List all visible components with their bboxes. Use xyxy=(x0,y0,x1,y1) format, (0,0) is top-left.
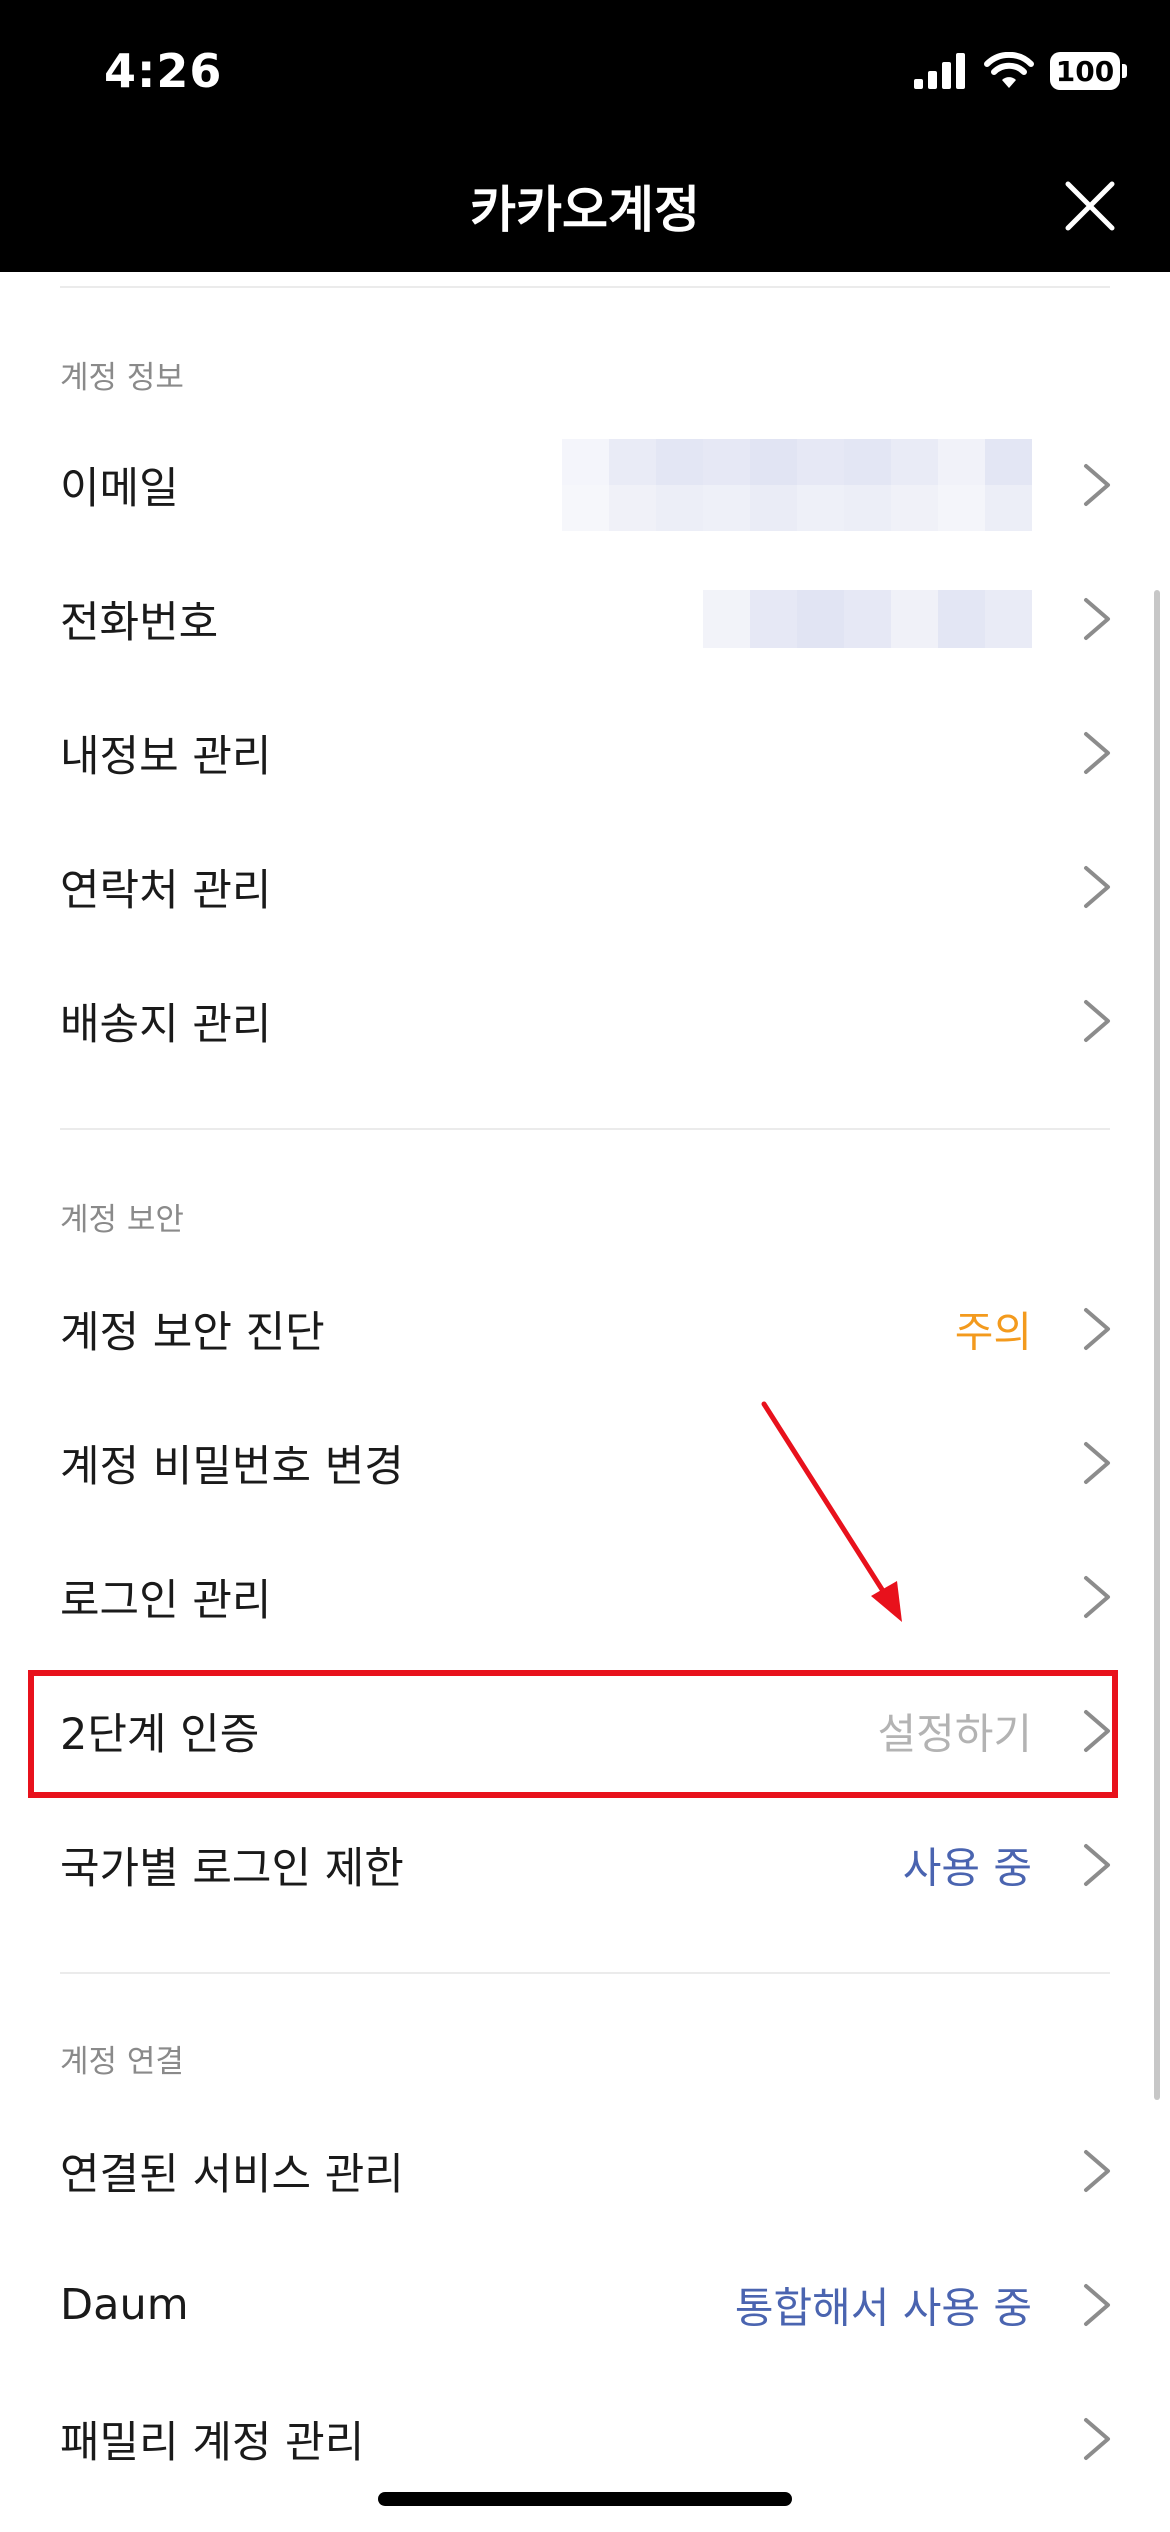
row-login-management[interactable]: 로그인 관리 xyxy=(0,1530,1170,1664)
chevron-right-icon xyxy=(1084,1576,1110,1618)
row-shipping[interactable]: 배송지 관리 xyxy=(0,954,1170,1088)
row-country-login-restriction[interactable]: 국가별 로그인 제한 사용 중 xyxy=(0,1798,1170,1932)
row-phone[interactable]: 전화번호 xyxy=(0,552,1170,686)
row-label: 배송지 관리 xyxy=(60,1000,272,1050)
row-label: 계정 보안 진단 xyxy=(60,1308,325,1358)
chevron-right-icon xyxy=(1084,1000,1110,1042)
status-time: 4:26 xyxy=(104,44,223,98)
status-value: 사용 중 xyxy=(902,1843,1032,1893)
row-label: Daum xyxy=(60,2280,189,2330)
status-value: 통합해서 사용 중 xyxy=(734,2283,1032,2333)
row-label: 이메일 xyxy=(60,464,179,514)
chevron-right-icon xyxy=(1084,464,1110,506)
chevron-right-icon xyxy=(1084,2150,1110,2192)
wifi-icon xyxy=(984,52,1034,88)
page-title: 카카오계정 xyxy=(470,181,700,239)
chevron-right-icon xyxy=(1084,2418,1110,2460)
status-icons: 100 xyxy=(914,52,1127,90)
row-family-account[interactable]: 패밀리 계정 관리 xyxy=(0,2372,1170,2506)
status-value: 주의 xyxy=(954,1307,1032,1357)
redacted-value xyxy=(703,590,1032,648)
divider xyxy=(60,1972,1110,1974)
section-header-account-info: 계정 정보 xyxy=(60,360,184,396)
row-contacts[interactable]: 연락처 관리 xyxy=(0,820,1170,954)
section-header-account-security: 계정 보안 xyxy=(60,1202,184,1238)
row-change-password[interactable]: 계정 비밀번호 변경 xyxy=(0,1396,1170,1530)
chevron-right-icon xyxy=(1084,1844,1110,1886)
chevron-right-icon xyxy=(1084,598,1110,640)
row-label: 내정보 관리 xyxy=(60,732,272,782)
annotation-arrow-icon xyxy=(761,1401,902,1622)
row-label: 패밀리 계정 관리 xyxy=(60,2418,365,2468)
row-security-check[interactable]: 계정 보안 진단 주의 xyxy=(0,1262,1170,1396)
row-label: 연락처 관리 xyxy=(60,866,272,916)
row-my-info[interactable]: 내정보 관리 xyxy=(0,686,1170,820)
home-indicator[interactable] xyxy=(378,2492,792,2506)
row-label: 국가별 로그인 제한 xyxy=(60,1844,404,1894)
cellular-signal-icon xyxy=(914,53,965,89)
row-connected-services[interactable]: 연결된 서비스 관리 xyxy=(0,2104,1170,2238)
row-label: 로그인 관리 xyxy=(60,1576,272,1626)
divider xyxy=(60,1128,1110,1130)
row-label: 계정 비밀번호 변경 xyxy=(60,1442,404,1492)
chevron-right-icon xyxy=(1084,2284,1110,2326)
redacted-value xyxy=(562,439,1032,531)
highlight-box xyxy=(28,1670,1118,1798)
chevron-right-icon xyxy=(1084,1442,1110,1484)
row-label: 전화번호 xyxy=(60,598,219,648)
chevron-right-icon xyxy=(1084,866,1110,908)
row-label: 연결된 서비스 관리 xyxy=(60,2150,404,2200)
close-icon[interactable] xyxy=(1062,178,1118,234)
battery-icon: 100 xyxy=(1050,52,1127,90)
divider xyxy=(60,286,1110,288)
chevron-right-icon xyxy=(1084,1308,1110,1350)
section-header-account-connection: 계정 연결 xyxy=(60,2044,184,2080)
row-email[interactable]: 이메일 xyxy=(0,418,1170,552)
scrollbar[interactable] xyxy=(1154,590,1160,2100)
settings-list: 계정 정보 이메일 전화번호 내정보 관리 연락처 관리 배송지 관리 계정 보… xyxy=(0,272,1170,2532)
chevron-right-icon xyxy=(1084,732,1110,774)
row-daum[interactable]: Daum 통합해서 사용 중 xyxy=(0,2238,1170,2372)
top-bar: 4:26 100 카카오계정 xyxy=(0,0,1170,272)
